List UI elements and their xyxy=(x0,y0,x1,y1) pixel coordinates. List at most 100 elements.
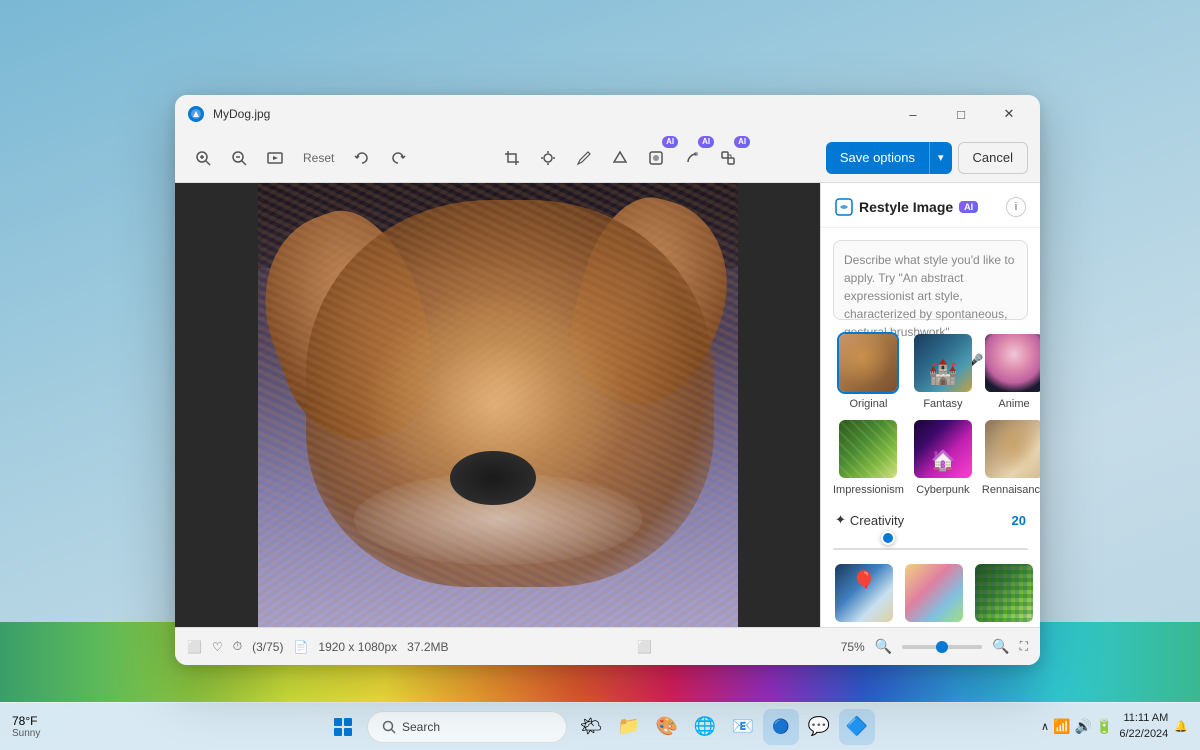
ai-tool-3-button[interactable]: AI xyxy=(712,142,744,174)
style-item-pixelart[interactable]: Pixel Art xyxy=(973,562,1035,627)
toolbar-left: Reset xyxy=(187,142,414,174)
monitor-icon: ⬜ xyxy=(187,640,202,654)
app-window: MyDog.jpg – □ ✕ Reset xyxy=(175,95,1040,665)
cancel-button[interactable]: Cancel xyxy=(958,142,1028,174)
save-options-group: Save options ▾ xyxy=(826,142,952,174)
weather-widget[interactable]: 78°F Sunny xyxy=(12,714,40,739)
fullscreen-icon[interactable]: ⛶ xyxy=(1020,639,1028,654)
style-grid: Original Fantasy Anime xyxy=(821,332,1040,508)
slider-handle[interactable] xyxy=(881,531,895,545)
style-thumb-pixelart xyxy=(973,562,1035,624)
panel-header: Restyle Image AI i xyxy=(821,183,1040,228)
save-options-button[interactable]: Save options xyxy=(826,142,929,174)
ai-tool-2-button[interactable]: AI xyxy=(676,142,708,174)
style-item-anime[interactable]: Anime xyxy=(982,332,1040,410)
style-thumb-papercraft xyxy=(903,562,965,624)
foreground-only-button[interactable]: Foreground only xyxy=(931,549,1027,550)
save-options-dropdown[interactable]: ▾ xyxy=(929,142,952,174)
ai-badge-3: AI xyxy=(734,136,750,148)
style-thumb-fantasy xyxy=(912,332,974,394)
info-button[interactable]: i xyxy=(1006,197,1026,217)
taskbar-left: 78°F Sunny xyxy=(12,714,48,739)
reset-button[interactable]: Reset xyxy=(295,147,342,169)
style-label-rennaisance: Rennaisance xyxy=(982,484,1040,496)
creativity-text: Creativity xyxy=(850,513,904,528)
chevron-icon[interactable]: ∧ xyxy=(1041,720,1049,733)
ai-tool-1-button[interactable]: AI xyxy=(640,142,672,174)
weather-temp: 78°F xyxy=(12,714,37,728)
zoom-out-icon[interactable]: 🔍 xyxy=(875,638,892,655)
battery-icon[interactable]: 🔋 xyxy=(1096,718,1113,735)
clock[interactable]: 11:11 AM 6/22/2024 xyxy=(1119,711,1168,742)
taskbar-app-6[interactable]: 🔵 xyxy=(763,709,799,745)
taskbar-right: ∧ 📶 🔊 🔋 11:11 AM 6/22/2024 🔔 xyxy=(1041,711,1188,742)
taskbar-app-3[interactable]: 🎨 xyxy=(649,709,685,745)
zoom-in-status-icon[interactable]: 🔍 xyxy=(992,638,1009,655)
style-thumb-surrealism xyxy=(833,562,895,624)
creativity-label: ✦ Creativity xyxy=(835,512,904,528)
status-center: ⬜ xyxy=(461,640,829,654)
style-label-fantasy: Fantasy xyxy=(923,398,962,410)
style-item-fantasy[interactable]: Fantasy xyxy=(912,332,974,410)
right-panel: Restyle Image AI i Describe what style y… xyxy=(820,183,1040,627)
adjust-button[interactable] xyxy=(532,142,564,174)
volume-icon[interactable]: 🔊 xyxy=(1074,718,1091,735)
toolbar-center: AI AI AI xyxy=(418,142,821,174)
taskbar-app-1[interactable]: 🌤 xyxy=(573,709,609,745)
window-title: MyDog.jpg xyxy=(213,107,270,121)
dimensions: 1920 x 1080px xyxy=(318,640,397,654)
info-status-icon[interactable]: ⏱ xyxy=(233,639,242,654)
redo-button[interactable] xyxy=(382,142,414,174)
style-item-papercraft[interactable]: Paper Craft xyxy=(903,562,965,627)
undo-button[interactable] xyxy=(346,142,378,174)
style-item-rennaisance[interactable]: Rennaisance xyxy=(982,418,1040,496)
image-count: (3/75) xyxy=(252,640,283,654)
bg-fg-toggle: Background only Foreground only xyxy=(833,548,1028,550)
style-item-original[interactable]: Original xyxy=(833,332,904,410)
start-button[interactable] xyxy=(325,709,361,745)
zoom-in-button[interactable] xyxy=(187,142,219,174)
taskbar-app-5[interactable]: 📧 xyxy=(725,709,761,745)
window-mode-icon[interactable]: ⬜ xyxy=(637,640,652,654)
maximize-button[interactable]: □ xyxy=(938,98,984,130)
title-bar-left: MyDog.jpg xyxy=(187,105,890,123)
notification-icon[interactable]: 🔔 xyxy=(1174,720,1188,733)
crop-button[interactable] xyxy=(496,142,528,174)
search-icon xyxy=(382,720,396,734)
image-area[interactable] xyxy=(175,183,820,627)
taskbar-search[interactable]: Search xyxy=(367,711,567,743)
file-size: 37.2MB xyxy=(407,640,448,654)
prompt-area[interactable]: Describe what style you'd like to apply.… xyxy=(833,240,1028,320)
style-label-impressionism: Impressionism xyxy=(833,484,904,496)
panel-ai-badge: AI xyxy=(959,201,978,213)
zoom-level: 75% xyxy=(841,640,865,654)
minimize-button[interactable]: – xyxy=(890,98,936,130)
style-thumb-anime xyxy=(983,332,1040,394)
taskbar-app-4[interactable]: 🌐 xyxy=(687,709,723,745)
zoom-out-button[interactable] xyxy=(223,142,255,174)
style-thumb-impressionism xyxy=(837,418,899,480)
style-item-impressionism[interactable]: Impressionism xyxy=(833,418,904,496)
date-display: 6/22/2024 xyxy=(1119,727,1168,742)
panel-title-group: Restyle Image AI xyxy=(835,198,978,216)
status-bar: ⬜ ♡ ⏱ (3/75) 📄 1920 x 1080px 37.2MB ⬜ 75… xyxy=(175,627,1040,665)
style-item-cyberpunk[interactable]: Cyberpunk xyxy=(912,418,974,496)
style-thumb-original xyxy=(837,332,899,394)
style-item-surrealism[interactable]: Surrealism xyxy=(833,562,895,627)
taskbar-app-2[interactable]: 📁 xyxy=(611,709,647,745)
slideshow-button[interactable] xyxy=(259,142,291,174)
creativity-row: ✦ Creativity 20 xyxy=(821,508,1040,536)
network-icon[interactable]: 📶 xyxy=(1053,718,1070,735)
markup-button[interactable] xyxy=(568,142,600,174)
favorite-icon[interactable]: ♡ xyxy=(212,640,223,654)
style-label-anime: Anime xyxy=(998,398,1029,410)
taskbar-app-7[interactable]: 💬 xyxy=(801,709,837,745)
photos-app-icon xyxy=(187,105,205,123)
close-button[interactable]: ✕ xyxy=(986,98,1032,130)
erase-button[interactable] xyxy=(604,142,636,174)
main-content: Restyle Image AI i Describe what style y… xyxy=(175,183,1040,627)
search-placeholder: Search xyxy=(402,720,440,734)
zoom-slider[interactable] xyxy=(902,645,982,649)
taskbar-app-8[interactable]: 🔷 xyxy=(839,709,875,745)
background-only-button[interactable]: Background only xyxy=(834,549,931,550)
